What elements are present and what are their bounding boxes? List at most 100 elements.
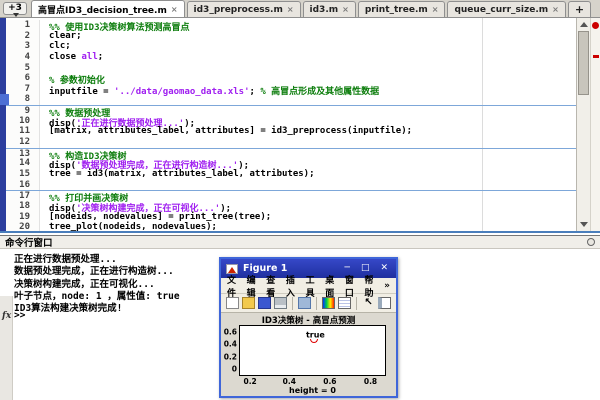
line-number: 6	[6, 73, 40, 84]
editor-line[interactable]: 17%% 打印并画决策树	[6, 190, 576, 201]
editor-line[interactable]: 18disp('决策树构建完成，正在可视化...');	[6, 201, 576, 212]
plot-tools-icon[interactable]	[378, 297, 391, 309]
code-text	[40, 63, 49, 74]
tab-overflow-caret-icon[interactable]	[13, 13, 19, 17]
editor-line[interactable]: 11[matrix, attributes_label, attributes]…	[6, 126, 576, 137]
code-text	[40, 137, 49, 148]
tab-new[interactable]: +	[568, 1, 591, 17]
editor-line[interactable]: 15tree = id3(matrix, attributes_label, a…	[6, 169, 576, 180]
line-number: 14	[6, 158, 40, 169]
figure-plot-area: ID3决策树 - 高冒点预测 true 0.60.40.200.20.40.60…	[221, 313, 396, 396]
code-text: %% 打印并画决策树	[40, 191, 128, 201]
scroll-down-arrow-icon[interactable]	[580, 222, 588, 227]
code-text: close all;	[40, 52, 103, 63]
x-axis-label: height = 0	[239, 386, 386, 395]
editor-lines: 1%% 使用ID3决策树算法预测高冒点2clear;3clc;4close al…	[6, 18, 576, 233]
tab-label: id3.m	[310, 5, 339, 15]
fx-button[interactable]: fx	[2, 311, 11, 321]
editor-line[interactable]: 5	[6, 63, 576, 74]
tab-label: queue_curr_size.m	[454, 5, 548, 15]
figure-menu-window[interactable]: 窗口	[345, 273, 358, 299]
tab-close-icon[interactable]: ×	[171, 5, 178, 14]
tab-queue-curr-size[interactable]: queue_curr_size.m ×	[447, 1, 565, 17]
figure-window: Figure 1 ─ □ ✕ 文件编辑查看插入工具桌面窗口帮助» ↖ ID3决策…	[219, 257, 398, 398]
scrollbar-thumb[interactable]	[578, 31, 589, 95]
insert-legend-icon[interactable]	[338, 297, 351, 309]
line-number: 4	[6, 52, 40, 63]
panel-menu-icon[interactable]	[587, 238, 595, 246]
scroll-up-arrow-icon[interactable]	[580, 22, 588, 27]
editor-line[interactable]: 19[nodeids, nodevalues] = print_tree(tre…	[6, 212, 576, 223]
figure-menu-help[interactable]: 帮助	[364, 273, 377, 299]
tab-label: id3_preprocess.m	[194, 5, 283, 15]
figure-menu-view[interactable]: 查看	[266, 273, 279, 299]
editor-line[interactable]: 20tree_plot(nodeids, nodevalues);	[6, 222, 576, 233]
tab-strip: +3高冒点ID3_decision_tree.m×id3_preprocess.…	[0, 0, 600, 18]
new-file-icon[interactable]	[226, 297, 239, 309]
editor-line[interactable]: 1%% 使用ID3决策树算法预测高冒点	[6, 20, 576, 31]
line-number: 20	[6, 222, 40, 233]
code-text: clc;	[40, 41, 71, 52]
command-window-header[interactable]: 命令行窗口	[0, 235, 600, 249]
editor-vertical-scrollbar[interactable]	[576, 18, 590, 231]
editor-line[interactable]: 16	[6, 180, 576, 191]
open-file-icon[interactable]	[242, 297, 255, 309]
tab-id3[interactable]: id3.m×	[303, 1, 356, 17]
tab-close-icon[interactable]: ×	[432, 5, 439, 14]
figure-menu-edit[interactable]: 编辑	[247, 273, 260, 299]
editor-line[interactable]: 3clc;	[6, 41, 576, 52]
code-text	[40, 94, 49, 105]
pointer-icon[interactable]: ↖	[362, 297, 375, 309]
matlab-window: +3高冒点ID3_decision_tree.m×id3_preprocess.…	[0, 0, 600, 400]
close-button[interactable]: ✕	[377, 264, 391, 273]
tab-print-tree[interactable]: print_tree.m×	[358, 1, 446, 17]
code-text: disp('数据预处理完成，正在进行构造树...');	[40, 158, 249, 169]
line-number: 2	[6, 31, 40, 42]
tab-gaomaodian-id3-decision-tree[interactable]: 高冒点ID3_decision_tree.m×	[31, 0, 185, 17]
insert-colorbar-icon[interactable]	[322, 297, 335, 309]
line-number: 13	[6, 149, 40, 159]
y-tick-label: 0.2	[224, 352, 237, 361]
editor-line[interactable]: 10disp('正在进行数据预处理...');	[6, 116, 576, 127]
error-marker[interactable]	[593, 55, 599, 58]
code-text: inputfile = '../data/gaomao_data.xls'; %…	[40, 84, 379, 95]
code-text: %% 构造ID3决策树	[40, 149, 127, 159]
editor-line[interactable]: 7inputfile = '../data/gaomao_data.xls'; …	[6, 84, 576, 95]
tab-close-icon[interactable]: ×	[342, 5, 349, 14]
code-text: tree = id3(matrix, attributes_label, att…	[40, 169, 315, 180]
editor-line[interactable]: 9%% 数据预处理	[6, 105, 576, 116]
toolbar-separator	[356, 297, 357, 310]
editor-line[interactable]: 6% 参数初始化	[6, 73, 576, 84]
tab-close-icon[interactable]: ×	[552, 5, 559, 14]
link-plot-icon[interactable]	[298, 297, 311, 309]
command-prompt[interactable]: >>	[14, 310, 25, 321]
line-number: 16	[6, 180, 40, 191]
editor-line[interactable]: 14disp('数据预处理完成，正在进行构造树...');	[6, 158, 576, 169]
code-text: [matrix, attributes_label, attributes] =…	[40, 126, 412, 137]
line-number: 12	[6, 137, 40, 148]
figure-menu-file[interactable]: 文件	[227, 273, 240, 299]
editor-line[interactable]: 13%% 构造ID3决策树	[6, 148, 576, 159]
editor-line[interactable]: 12	[6, 137, 576, 148]
tab-id3-preprocess[interactable]: id3_preprocess.m ×	[187, 1, 301, 17]
code-text	[40, 180, 49, 191]
axes: true 0.60.40.200.20.40.60.8	[239, 325, 386, 376]
x-tick-label: 0.4	[283, 377, 296, 386]
figure-menu-desktop[interactable]: 桌面	[325, 273, 338, 299]
error-indicator-icon[interactable]	[592, 22, 599, 29]
editor-pane[interactable]: 1%% 使用ID3决策树算法预测高冒点2clear;3clc;4close al…	[0, 18, 600, 233]
tab-close-icon[interactable]: ×	[287, 5, 294, 14]
line-number: 19	[6, 212, 40, 223]
figure-menu-tools[interactable]: 工具	[306, 273, 319, 299]
figure-menubar: 文件编辑查看插入工具桌面窗口帮助»	[221, 278, 396, 294]
line-number: 8	[6, 94, 40, 105]
editor-line[interactable]: 4close all;	[6, 52, 576, 63]
code-text: clear;	[40, 31, 82, 42]
code-text: %% 使用ID3决策树算法预测高冒点	[40, 20, 190, 31]
figure-menu-insert[interactable]: 插入	[286, 273, 299, 299]
print-icon[interactable]	[274, 297, 287, 309]
save-icon[interactable]	[258, 297, 271, 309]
figure-menu-overflow[interactable]: »	[384, 281, 390, 291]
y-tick-label: 0	[232, 365, 237, 374]
line-number: 17	[6, 191, 40, 201]
